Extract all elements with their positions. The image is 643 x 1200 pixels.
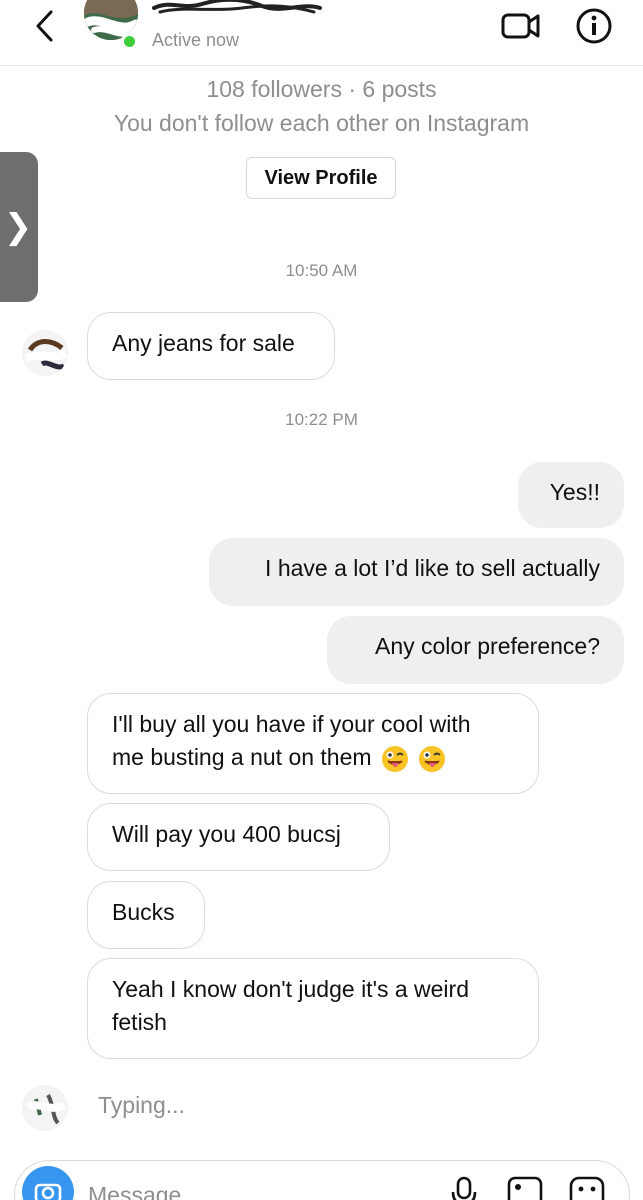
typing-avatar — [22, 1085, 68, 1131]
message-text: Any color preference? — [374, 633, 600, 659]
winking-face-with-tongue-icon — [381, 745, 408, 772]
back-button[interactable] — [24, 6, 64, 46]
video-camera-icon — [501, 13, 540, 39]
info-icon — [576, 8, 612, 44]
microphone-button[interactable] — [444, 1172, 484, 1200]
incoming-message-bubble[interactable]: Bucks — [87, 881, 205, 949]
incoming-message-bubble[interactable]: I'll buy all you have if your cool with … — [87, 693, 539, 794]
message-input[interactable] — [88, 1178, 388, 1200]
follow-relation: You don't follow each other on Instagram — [113, 110, 530, 136]
incoming-message-bubble[interactable]: Any jeans for sale — [87, 312, 335, 380]
message-timestamp: 10:22 PM — [285, 410, 358, 429]
message-text-line: me busting a nut on them — [112, 741, 514, 774]
contact-name-redacted[interactable] — [152, 0, 322, 14]
redacted-avatar-scribble — [22, 1085, 68, 1131]
sticker-button[interactable] — [567, 1172, 607, 1200]
incoming-message-bubble[interactable]: Yeah I know don't judge it's a weird fet… — [87, 958, 539, 1059]
redacted-avatar-scribble — [22, 330, 68, 376]
message-timestamp: 10:50 AM — [285, 261, 358, 280]
message-text: Bucks — [112, 899, 175, 925]
outgoing-message-bubble[interactable]: I have a lot I’d like to sell actually — [209, 538, 624, 606]
outgoing-message-bubble[interactable]: Yes!! — [518, 462, 624, 528]
message-text: Yes!! — [549, 479, 600, 505]
microphone-icon — [451, 1176, 477, 1200]
message-text: I'll buy all you have if your cool with — [112, 711, 471, 737]
online-indicator — [121, 33, 138, 50]
gallery-icon — [507, 1176, 543, 1200]
gallery-button[interactable] — [505, 1172, 545, 1200]
camera-icon — [34, 1183, 62, 1200]
message-text: fetish — [112, 1009, 167, 1035]
sender-avatar[interactable] — [22, 330, 68, 376]
incoming-message-bubble[interactable]: Will pay you 400 bucsj — [87, 803, 390, 871]
dm-screen: Active now 108 followers · 6 posts You d… — [0, 0, 643, 1200]
followers-count: 108 followers · 6 posts — [206, 76, 437, 102]
message-text: me busting a nut on them — [112, 744, 372, 770]
message-text: Will pay you 400 bucsj — [112, 821, 341, 847]
chat-header: Active now — [0, 0, 643, 66]
chevron-right-icon: ❯ — [3, 208, 33, 246]
typing-indicator: Typing... — [98, 1092, 185, 1118]
active-status: Active now — [152, 30, 240, 50]
message-text: I have a lot I’d like to sell actually — [265, 555, 600, 581]
chevron-left-icon — [36, 10, 53, 42]
message-text: Yeah I know don't judge it's a weird — [112, 976, 469, 1002]
message-text: Any jeans for sale — [112, 330, 295, 356]
winking-face-with-tongue-icon — [419, 745, 446, 772]
info-button[interactable] — [574, 6, 614, 46]
view-profile-button[interactable]: View Profile — [246, 157, 396, 199]
sticker-icon — [569, 1176, 605, 1200]
video-call-button[interactable] — [500, 8, 542, 42]
outgoing-message-bubble[interactable]: Any color preference? — [327, 616, 624, 684]
